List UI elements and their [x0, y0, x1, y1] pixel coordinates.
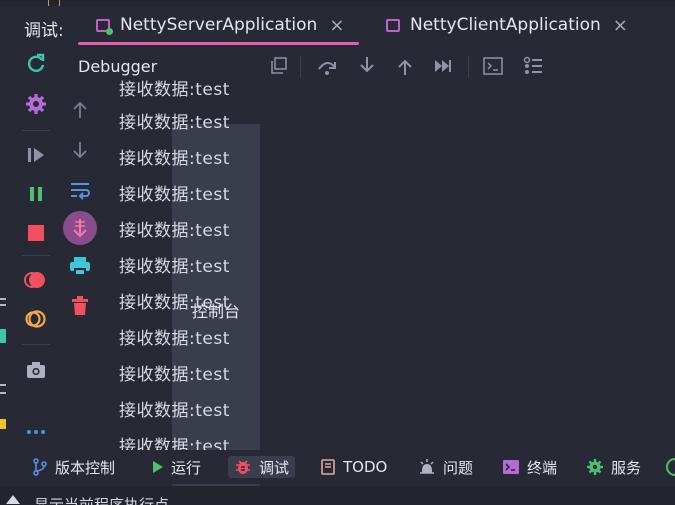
- sidebar-divider: [22, 255, 50, 256]
- close-icon[interactable]: ×: [613, 15, 628, 36]
- scroll-to-end-icon[interactable]: [62, 210, 98, 246]
- tool-terminal[interactable]: 终端: [502, 456, 557, 478]
- toolbar-divider: [468, 56, 469, 78]
- arrow-down-icon[interactable]: [68, 138, 92, 162]
- mute-breakpoints-icon[interactable]: [24, 307, 48, 331]
- list-settings-icon[interactable]: [522, 55, 544, 77]
- debug-sidebar: [0, 46, 60, 446]
- play-icon: [153, 461, 163, 473]
- pause-icon[interactable]: [24, 182, 48, 206]
- console-line: 接收数据:test: [119, 113, 230, 133]
- tab-label: NettyServerApplication: [120, 15, 318, 35]
- application-icon: [96, 18, 113, 35]
- branch-icon: [33, 458, 47, 476]
- status-bar: 显示当前程序执行点: [0, 486, 675, 505]
- application-icon: [386, 18, 400, 32]
- trash-icon[interactable]: [68, 294, 92, 318]
- tab-netty-client[interactable]: NettyClientApplication ×: [386, 6, 628, 44]
- sidebar-divider: [22, 130, 50, 131]
- step-over-icon[interactable]: [316, 55, 338, 77]
- console-line: 接收数据:test: [119, 293, 230, 313]
- todo-icon: [321, 459, 335, 475]
- problems-icon: [420, 459, 434, 474]
- tab-netty-server[interactable]: NettyServerApplication ×: [77, 6, 360, 45]
- tool-window-bar: 版本控制 运行 调试 TODO 问题 终端 服务: [0, 450, 675, 484]
- overflow-icon[interactable]: [662, 456, 675, 478]
- tool-debug[interactable]: 调试: [228, 456, 296, 478]
- debug-label: 调试:: [24, 21, 64, 41]
- tool-label: TODO: [343, 458, 388, 476]
- step-into-icon[interactable]: [356, 55, 378, 77]
- rerun-icon[interactable]: [24, 52, 48, 76]
- arrow-up-icon[interactable]: [68, 98, 92, 122]
- stop-icon[interactable]: [24, 221, 48, 245]
- tool-run[interactable]: 运行: [152, 456, 201, 478]
- layout-icon[interactable]: [268, 55, 290, 77]
- running-indicator: [106, 27, 113, 35]
- tool-window-stripe[interactable]: [0, 289, 8, 429]
- tool-label: 版本控制: [55, 458, 116, 477]
- run-to-cursor-icon[interactable]: [432, 55, 454, 77]
- close-icon[interactable]: ×: [329, 15, 344, 36]
- console-line: 接收数据:test: [119, 80, 230, 100]
- bug-icon: [236, 460, 250, 474]
- console-line: 接收数据:test: [119, 365, 230, 385]
- status-text: 显示当前程序执行点: [34, 496, 170, 505]
- tool-label: 运行: [171, 458, 202, 477]
- console-line: 接收数据:test: [119, 221, 230, 241]
- console-output[interactable]: 接收数据:test 接收数据:test 接收数据:test 接收数据:test …: [108, 78, 668, 450]
- tool-label: 调试: [259, 458, 290, 477]
- tool-label: 问题: [443, 458, 474, 477]
- print-icon[interactable]: [68, 254, 92, 278]
- tool-label: 终端: [527, 458, 558, 477]
- console-line: 接收数据:test: [119, 149, 230, 169]
- services-icon: [587, 459, 603, 475]
- soft-wrap-icon[interactable]: [68, 178, 92, 202]
- console-line: 接收数据:test: [119, 257, 230, 277]
- camera-icon[interactable]: [24, 358, 48, 382]
- toolbar-divider: [300, 56, 301, 78]
- console-line: 接收数据:test: [119, 401, 230, 421]
- status-arrow-icon: [6, 495, 20, 504]
- tool-problems[interactable]: 问题: [418, 456, 473, 478]
- more-icon[interactable]: [24, 420, 48, 444]
- console-line: 接收数据:test: [119, 185, 230, 205]
- sidebar-divider: [22, 344, 50, 345]
- tool-label: 服务: [611, 458, 642, 477]
- tool-todo[interactable]: TODO: [320, 456, 387, 478]
- gear-icon[interactable]: [24, 92, 48, 116]
- console-line: 接收数据:test: [119, 329, 230, 349]
- terminal-icon[interactable]: [482, 55, 504, 77]
- view-breakpoints-icon[interactable]: [24, 268, 48, 292]
- terminal-icon: [503, 460, 519, 474]
- tool-version-control[interactable]: 版本控制: [32, 456, 115, 478]
- console-line: 接收数据:test: [119, 437, 230, 450]
- resume-icon[interactable]: [24, 143, 48, 167]
- tool-services[interactable]: 服务: [586, 456, 641, 478]
- tab-label: NettyClientApplication: [410, 15, 601, 35]
- debug-tab-bar: 调试: NettyServerApplication × NettyClient…: [0, 6, 675, 46]
- console-actions: [62, 88, 102, 438]
- step-out-icon[interactable]: [394, 55, 416, 77]
